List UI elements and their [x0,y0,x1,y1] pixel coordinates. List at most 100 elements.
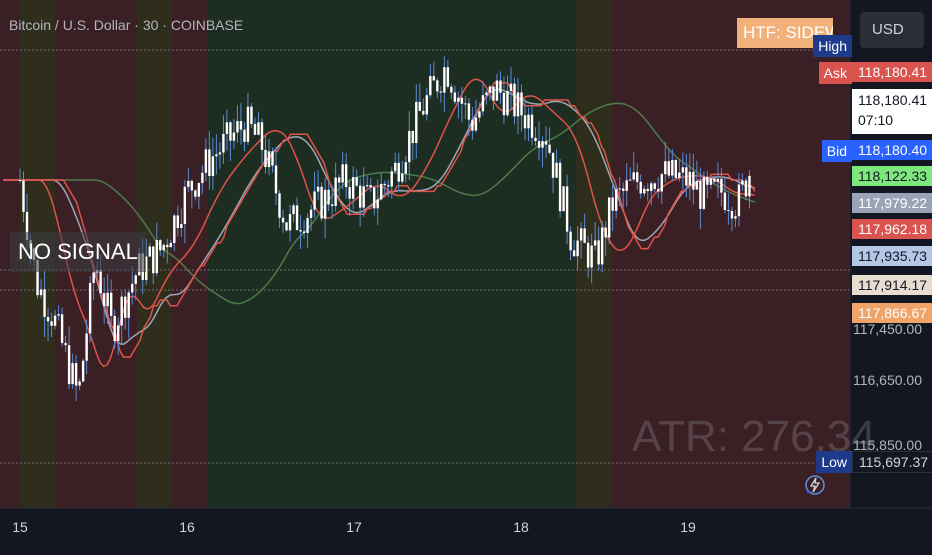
candle-body [530,114,534,138]
candle-body [211,156,215,176]
price-tag-ma-gray: 117,979.22 [852,193,932,213]
candle-body [744,180,748,197]
candle-body [64,342,67,346]
price-tag-label-ask: Ask [818,62,852,84]
candle-body [650,183,653,192]
price-tick: 116,650.00 [853,372,922,388]
candle-body [390,171,393,187]
candle-body [548,144,551,153]
candle-body [614,189,618,211]
candle-body [194,190,197,197]
candle-body [302,231,306,234]
chart-area[interactable]: 15 16 17 18 19 116,650.00 115,850.00 117,450.00 [0,0,932,550]
candle-body [67,345,71,385]
candle-body [341,164,344,183]
chart-svg[interactable]: 15 16 17 18 19116,650.00115,850.00117,450.00 [0,0,932,550]
candle-body [166,244,169,248]
candle-body [383,183,386,186]
candle-body [544,141,548,145]
candle-body [267,151,271,168]
time-axis-panel [0,508,932,550]
price-tag-ma-orange: 117,866.67 [852,303,932,323]
candle-body [492,86,495,101]
candle-body [295,205,299,231]
candle-body [337,177,341,183]
candle-body [709,178,713,185]
candle-body [85,333,88,361]
candle-body [309,209,313,218]
candle-body [159,240,162,251]
time-label: 17 [346,519,362,535]
candle-body [387,185,390,187]
candle-body [173,215,176,243]
candle-body [600,227,604,265]
price-tag-label-bid: Bid [821,140,852,162]
candle-body [723,192,727,211]
candle-body [320,186,323,219]
candle-body [348,187,351,199]
candle-body [604,227,607,238]
candle-body [53,315,57,326]
candle-body [78,381,81,386]
candle-body [688,171,692,186]
candle-body [692,171,695,190]
candle-body [653,183,656,190]
candle-body [636,172,639,182]
candle-body [50,321,53,326]
candle-body [358,185,362,208]
candle-body [436,80,439,92]
candle-body [116,325,120,342]
candle-body [225,122,229,134]
candle-body [120,296,123,326]
candle-body [485,92,488,96]
candle-body [453,92,457,102]
candle-body [187,180,190,187]
candle-body [664,161,667,175]
candle-body [232,132,236,141]
candle-body [380,183,383,200]
candle-body [274,165,278,194]
time-label: 19 [680,519,696,535]
candle-body [695,180,699,190]
candle-body [734,216,737,219]
candle-body [576,240,579,257]
price-tag-label-high: High [813,35,852,57]
session-zone [208,0,576,508]
candle-body [408,130,411,163]
signal-label: NO SIGNAL [10,232,146,272]
candle-body [162,244,165,251]
candle-body [292,205,295,215]
candle-body [471,119,474,131]
candle-body [204,149,208,173]
candle-body [229,122,232,141]
candle-body [373,187,376,209]
candle-body [569,231,572,251]
candle-body [418,101,421,111]
candle-body [702,176,706,209]
candle-body [555,162,558,178]
currency-button[interactable]: USD [860,12,924,48]
candle-body [583,228,586,243]
candle-body [506,91,509,116]
candle-body [622,188,625,191]
candle-body [180,224,183,229]
candle-body [450,86,453,93]
candle-body [39,289,43,296]
candle-body [43,289,46,317]
candle-body [667,161,670,176]
candle-body [443,67,446,93]
candle-body [716,178,720,182]
candle-body [713,178,716,182]
candle-body [253,124,257,135]
price-tag-ma-red: 117,962.18 [852,219,932,239]
candle-body [629,179,632,181]
candle-body [678,172,681,178]
candle-body [131,283,134,293]
candle-body [239,121,243,130]
price-tag-last: 118,180.41 07:10 [852,89,932,134]
candle-body [215,154,218,157]
candle-body [109,292,113,316]
lightning-icon[interactable] [803,473,827,497]
candle-body [685,167,688,186]
candle-body [520,92,523,116]
